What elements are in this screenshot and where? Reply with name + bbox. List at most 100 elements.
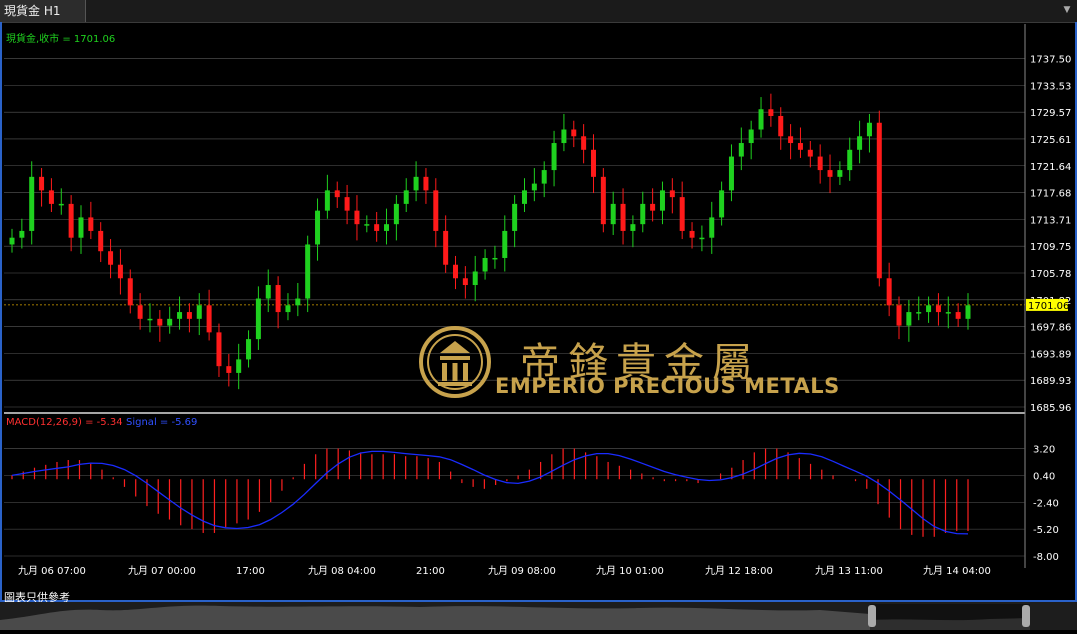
candle-body	[423, 176, 429, 191]
candle-body	[945, 312, 951, 314]
price-axis-label: 1697.86	[1030, 323, 1071, 334]
candle-body	[147, 318, 153, 321]
candle-body	[788, 136, 794, 144]
candle-body	[689, 230, 695, 238]
time-axis-label: 九月 14 04:00	[923, 565, 991, 577]
candle-body	[876, 122, 882, 279]
candle-body	[482, 257, 488, 272]
emperio-logo-emblem-icon	[419, 326, 491, 398]
candle-body	[305, 244, 311, 299]
candle-body	[728, 156, 734, 191]
candle-body	[679, 197, 685, 231]
current-price-label: 1701.06	[1028, 301, 1069, 312]
time-axis: 九月 06 07:00 九月 07 00:00 17:00 九月 08 04:00 21…	[18, 565, 991, 577]
candle-body	[68, 203, 74, 238]
candle-body	[650, 203, 656, 211]
candle-body	[778, 115, 784, 137]
signal-line	[11, 450, 969, 535]
candle-body	[443, 230, 449, 265]
candle-body	[403, 190, 409, 204]
price-axis-label: 1733.53	[1030, 81, 1071, 92]
chart-navigator-scrollbar[interactable]	[0, 602, 1077, 630]
candle-body	[699, 237, 705, 240]
candle-body	[393, 203, 399, 225]
candle-body	[472, 271, 478, 286]
candle-body	[512, 203, 518, 231]
price-axis-label: 1729.57	[1030, 108, 1071, 119]
candle-body	[334, 190, 340, 198]
candle-body	[521, 190, 527, 204]
price-axis-label: 1737.50	[1030, 55, 1071, 66]
candle-body	[610, 203, 616, 225]
grid-lines	[4, 24, 1026, 568]
candle-body	[236, 359, 242, 373]
candle-body	[285, 305, 291, 313]
macd-axis-label: -8.00	[1033, 552, 1059, 563]
macd-axis-label: 0.40	[1033, 471, 1055, 482]
time-axis-label: 九月 13 11:00	[815, 565, 883, 577]
price-axis-label: 1713.71	[1030, 215, 1071, 226]
candle-body	[600, 176, 606, 225]
candle-body	[78, 217, 84, 238]
candle-body	[226, 366, 232, 373]
candle-body	[965, 305, 971, 319]
candle-body	[88, 217, 94, 231]
candle-body	[384, 224, 390, 231]
candle-body	[551, 143, 557, 171]
candle-body	[462, 278, 468, 286]
candle-body	[492, 257, 498, 260]
candle-body	[255, 298, 261, 340]
price-legend: 現貨金,收市 = 1701.06	[6, 34, 116, 45]
time-axis-label: 九月 06 07:00	[18, 565, 86, 577]
macd-axis-label: 3.20	[1033, 445, 1055, 456]
candle-body	[216, 332, 222, 367]
candle-body	[817, 156, 823, 171]
candle-body	[886, 278, 892, 306]
signal-legend: Signal = -5.69	[126, 417, 198, 428]
candle-body	[344, 197, 350, 211]
candle-body	[807, 149, 813, 157]
candle-body	[669, 190, 675, 198]
candle-body	[748, 129, 754, 144]
macd-axis-label: -2.40	[1033, 498, 1059, 509]
candle-body	[502, 230, 508, 258]
candle-body	[196, 305, 202, 319]
candle-body	[374, 224, 380, 231]
candle-body	[531, 183, 537, 191]
navigator-right-handle[interactable]	[1022, 605, 1030, 627]
price-axis-label: 1705.78	[1030, 269, 1071, 280]
candle-body	[246, 339, 252, 360]
candle-body	[206, 305, 212, 333]
candle-body	[935, 305, 941, 313]
candle-body	[127, 278, 133, 306]
candle-body	[433, 190, 439, 231]
price-axis-label: 1685.96	[1030, 403, 1071, 414]
candle-body	[896, 305, 902, 326]
candle-body	[58, 203, 64, 206]
candle-body	[847, 149, 853, 171]
candle-body	[837, 170, 843, 177]
price-chart[interactable]: 1737.50 1733.53 1729.57 1725.61 1721.64 1717.…	[0, 0, 1077, 600]
candle-body	[541, 170, 547, 184]
candle-body	[324, 190, 330, 211]
macd-axis-label: -5.20	[1033, 525, 1059, 536]
signal-polyline	[11, 450, 969, 535]
candle-body	[916, 312, 922, 314]
candle-body	[659, 190, 665, 211]
navigator-left-handle[interactable]	[868, 605, 876, 627]
candle-body	[581, 136, 587, 150]
price-axis-label: 1721.64	[1030, 162, 1071, 173]
candle-body	[177, 312, 183, 319]
logo-english-text: EMPERIO PRECIOUS METALS	[495, 374, 840, 398]
candle-body	[709, 217, 715, 238]
candle-body	[98, 230, 104, 252]
candle-body	[797, 143, 803, 150]
time-axis-label: 九月 09 08:00	[488, 565, 556, 577]
candle-body	[768, 109, 774, 116]
candle-body	[758, 109, 764, 130]
candle-body	[354, 210, 360, 225]
time-axis-label: 17:00	[236, 566, 265, 577]
candle-body	[137, 305, 143, 319]
candle-body	[186, 312, 192, 319]
candle-body	[857, 136, 863, 150]
